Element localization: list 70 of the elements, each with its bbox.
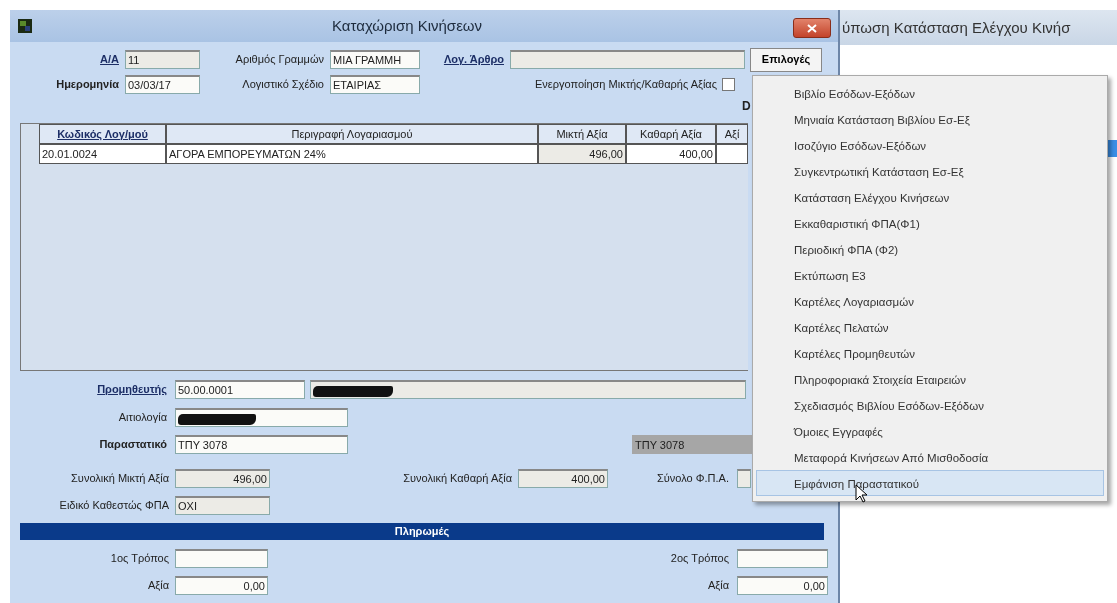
menu-item[interactable]: Βιβλίο Εσόδων-Εξόδων: [756, 80, 1104, 106]
options-button[interactable]: Επιλογές: [750, 47, 822, 72]
table-cell: ΑΓΟΡΑ ΕΜΠΟΡΕΥΜΑΤΩΝ 24%: [166, 144, 538, 164]
column-header[interactable]: Καθαρή Αξία: [626, 124, 716, 144]
input-field[interactable]: 50.00.0001: [175, 380, 305, 399]
window-title: ύπωση Κατάσταση Ελέγχου Κινήσ: [840, 10, 1117, 45]
input-field[interactable]: ΜΙΑ ΓΡΑΜΜΗ: [330, 50, 420, 69]
close-button[interactable]: [793, 18, 831, 38]
input-field[interactable]: [510, 50, 745, 69]
input-field[interactable]: 400,00: [518, 469, 608, 488]
field-label: Αξία: [706, 578, 730, 594]
checkbox-label: Ενεργοποίηση Μικτής/Καθαρής Αξίας: [534, 77, 718, 93]
input-field[interactable]: 0,00: [175, 576, 268, 595]
field-label: Συνολική Καθαρή Αξία: [402, 471, 513, 487]
input-field[interactable]: 496,00: [175, 469, 270, 488]
input-field[interactable]: 03/03/17: [125, 75, 200, 94]
column-header[interactable]: Αξί: [716, 124, 748, 144]
input-field[interactable]: 0,00: [737, 576, 828, 595]
table-cell: [716, 144, 748, 164]
menu-item[interactable]: Εκκαθαριστική ΦΠΑ(Φ1): [756, 210, 1104, 236]
input-field[interactable]: [737, 549, 828, 568]
input-field[interactable]: ΕΤΑΙΡΙΑΣ: [330, 75, 420, 94]
menu-item[interactable]: Ισοζύγιο Εσόδων-Εξόδων: [756, 132, 1104, 158]
menu-item[interactable]: Όμοιες Εγγραφές: [756, 418, 1104, 444]
field-label: Αξία: [146, 578, 170, 594]
menu-item[interactable]: Μηνιαία Κατάσταση Βιβλίου Εσ-Εξ: [756, 106, 1104, 132]
menu-item[interactable]: Καρτέλες Λογαριασμών: [756, 288, 1104, 314]
input-field[interactable]: ΟΧΙ: [175, 496, 270, 515]
input-field[interactable]: [175, 549, 268, 568]
field-label: 2ος Τρόπος: [669, 551, 730, 567]
menu-item[interactable]: Καρτέλες Προμηθευτών: [756, 340, 1104, 366]
window-title: Καταχώριση Κινήσεων: [332, 16, 483, 34]
column-header[interactable]: Μικτή Αξία: [538, 124, 626, 144]
field-label: Ημερομηνία: [55, 77, 120, 93]
input-field[interactable]: [737, 469, 751, 488]
close-icon: [807, 23, 817, 33]
column-header[interactable]: Περιγραφή Λογαριασμού: [166, 124, 538, 144]
input-field[interactable]: 11: [125, 50, 200, 69]
menu-item[interactable]: Περιοδική ΦΠΑ (Φ2): [756, 236, 1104, 262]
menu-item[interactable]: Μεταφορά Κινήσεων Από Μισθοδοσία: [756, 444, 1104, 470]
column-label: D: [742, 97, 751, 115]
document-number: ΤΠΥ 3078: [632, 435, 752, 454]
field-label: Παραστατικό: [98, 437, 168, 453]
table-cell: 400,00: [626, 144, 716, 164]
table-cell: 20.01.0024: [39, 144, 166, 164]
menu-item[interactable]: Κατάσταση Ελέγχου Κινήσεων: [756, 184, 1104, 210]
field-label: Λογ. Άρθρο: [442, 52, 505, 68]
field-label: Α/Α: [99, 52, 120, 68]
field-label: Λογιστικό Σχέδιο: [241, 77, 325, 93]
menu-item[interactable]: Πληροφοριακά Στοιχεία Εταιρειών: [756, 366, 1104, 392]
field-label: Συνολική Μικτή Αξία: [70, 471, 170, 487]
field-label: Σύνολο Φ.Π.Α.: [656, 471, 730, 487]
app-icon: [18, 19, 32, 33]
field-label: Αριθμός Γραμμών: [234, 52, 325, 68]
input-field[interactable]: [175, 408, 348, 427]
field-label: Προμηθευτής: [96, 382, 168, 398]
menu-item[interactable]: Καρτέλες Πελατών: [756, 314, 1104, 340]
table-cell: 496,00: [538, 144, 626, 164]
field-label: 1ος Τρόπος: [109, 551, 170, 567]
input-field[interactable]: ΤΠΥ 3078: [175, 435, 348, 454]
input-field[interactable]: [310, 380, 746, 399]
column-header[interactable]: Κωδικός Λογ/μού: [39, 124, 166, 144]
field-label: Ειδικό Καθεστώς ΦΠΑ: [58, 498, 170, 514]
menu-item[interactable]: Σχεδιασμός Βιβλίου Εσόδων-Εξόδων: [756, 392, 1104, 418]
section-header: Πληρωμές: [20, 523, 824, 540]
field-label: Αιτιολογία: [117, 410, 168, 426]
menu-item[interactable]: Εκτύπωση Ε3: [756, 262, 1104, 288]
menu-item[interactable]: Εμφάνιση Παραστατικού: [756, 470, 1104, 496]
menu-item[interactable]: Συγκεντρωτική Κατάσταση Εσ-Εξ: [756, 158, 1104, 184]
checkbox[interactable]: [722, 78, 735, 91]
